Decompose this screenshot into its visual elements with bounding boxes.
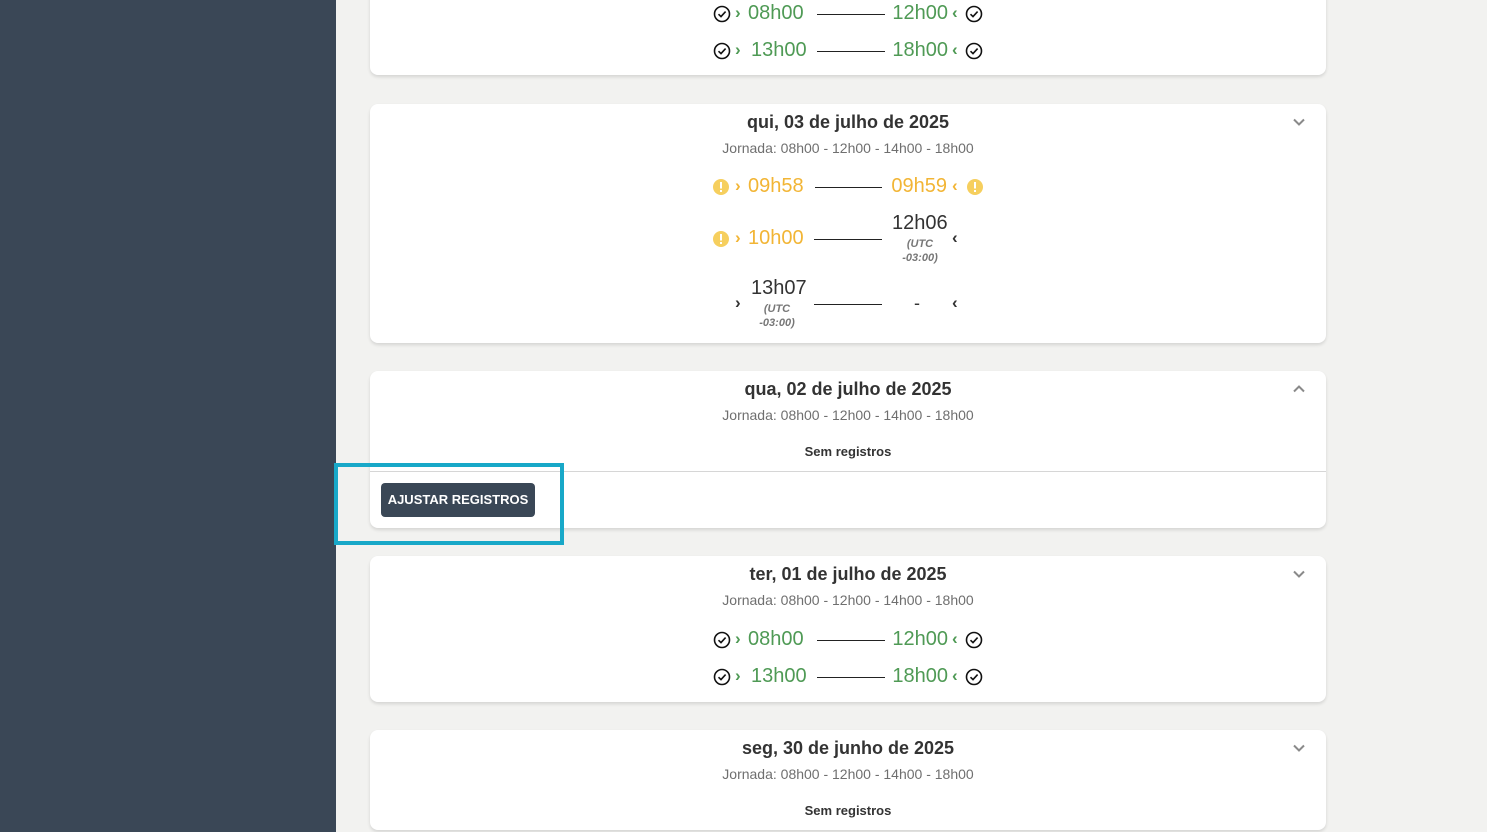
punch-row: › 13h00 18h00 ‹ (370, 31, 1326, 71)
jornada-text: Jornada: 08h00 - 12h00 - 14h00 - 18h00 (722, 592, 974, 608)
entry-arrow-icon: › (735, 176, 741, 195)
timezone-label: -03:00) (759, 317, 795, 329)
day-card[interactable]: qui, 03 de julho de 2025 Jornada: 08h00 … (370, 104, 1326, 343)
check-circle-icon (713, 668, 731, 686)
punch-in-time: 13h00 (751, 39, 807, 61)
chevron-down-icon[interactable] (1292, 741, 1306, 755)
entry-arrow-icon: › (735, 666, 741, 685)
day-card[interactable]: ter, 01 de julho de 2025 Jornada: 08h00 … (370, 556, 1326, 702)
check-circle-icon (965, 668, 983, 686)
punch-out-empty: - (914, 293, 920, 313)
jornada-text: Jornada: 08h00 - 12h00 - 14h00 - 18h00 (722, 407, 974, 423)
check-circle-icon (965, 631, 983, 649)
punch-connector (817, 677, 885, 678)
punch-out-time: 12h06 (892, 212, 948, 234)
warning-icon (966, 178, 984, 196)
punch-out-time: 09h59 (891, 175, 947, 197)
punch-row: › 13h07 (UTC -03:00) - ‹ (370, 277, 1326, 329)
entry-arrow-icon: › (735, 3, 741, 22)
day-card-partial: › 08h00 12h00 ‹ › 13h00 18h00 ‹ (370, 0, 1326, 75)
punch-row: › 09h58 09h59 ‹ (370, 167, 1326, 207)
chevron-down-icon[interactable] (1292, 115, 1306, 129)
jornada-text: Jornada: 08h00 - 12h00 - 14h00 - 18h00 (722, 140, 974, 156)
punch-connector (814, 239, 882, 240)
day-title: qua, 02 de julho de 2025 (744, 379, 952, 399)
no-records-text: Sem registros (804, 444, 892, 459)
punch-row: › 10h00 12h06 (UTC -03:00) ‹ (370, 212, 1326, 264)
punch-in-time: 13h07 (751, 277, 807, 299)
entry-arrow-icon: › (735, 629, 741, 648)
check-circle-icon (713, 42, 731, 60)
highlight-box (334, 463, 564, 545)
check-circle-icon (713, 631, 731, 649)
timezone-label: -03:00) (902, 252, 938, 264)
warning-icon (712, 230, 730, 248)
punch-row: › 08h00 12h00 ‹ (370, 620, 1326, 660)
entry-arrow-icon: › (735, 40, 741, 59)
day-title: qui, 03 de julho de 2025 (746, 112, 950, 132)
jornada-text: Jornada: 08h00 - 12h00 - 14h00 - 18h00 (722, 766, 974, 782)
sidebar (0, 0, 336, 832)
punch-out-time: 18h00 (892, 39, 948, 61)
exit-arrow-icon: ‹ (952, 629, 958, 648)
day-card[interactable]: seg, 30 de junho de 2025 Jornada: 08h00 … (370, 730, 1326, 830)
punch-connector (817, 51, 885, 52)
punch-in-time: 10h00 (748, 227, 804, 249)
no-records-text: Sem registros (804, 803, 892, 818)
chevron-down-icon[interactable] (1292, 567, 1306, 581)
punch-out-time: 12h00 (892, 2, 948, 24)
punch-in-time: 08h00 (748, 2, 804, 24)
punch-in-time: 09h58 (748, 175, 804, 197)
punch-connector (817, 14, 885, 15)
check-circle-icon (965, 5, 983, 23)
exit-arrow-icon: ‹ (952, 666, 958, 685)
exit-arrow-icon: ‹ (952, 228, 958, 247)
warning-icon (712, 178, 730, 196)
exit-arrow-icon: ‹ (952, 293, 958, 312)
punch-connector (815, 187, 882, 188)
punch-row: › 13h00 18h00 ‹ (370, 657, 1326, 697)
punch-connector (814, 304, 882, 305)
exit-arrow-icon: ‹ (952, 3, 958, 22)
punch-out-time: 12h00 (892, 628, 948, 650)
day-title: seg, 30 de junho de 2025 (741, 738, 955, 758)
punch-out-time: 18h00 (892, 665, 948, 687)
timezone-label: (UTC (906, 238, 934, 250)
timezone-label: (UTC (763, 303, 791, 315)
punch-in-time: 08h00 (748, 628, 804, 650)
check-circle-icon (713, 5, 731, 23)
exit-arrow-icon: ‹ (952, 176, 958, 195)
entry-arrow-icon: › (735, 228, 741, 247)
check-circle-icon (965, 42, 983, 60)
chevron-up-icon[interactable] (1292, 382, 1306, 396)
punch-connector (817, 640, 885, 641)
punch-row: › 08h00 12h00 ‹ (370, 0, 1326, 34)
punch-in-time: 13h00 (751, 665, 807, 687)
exit-arrow-icon: ‹ (952, 40, 958, 59)
day-title: ter, 01 de julho de 2025 (749, 564, 947, 584)
entry-arrow-icon: › (735, 293, 741, 312)
